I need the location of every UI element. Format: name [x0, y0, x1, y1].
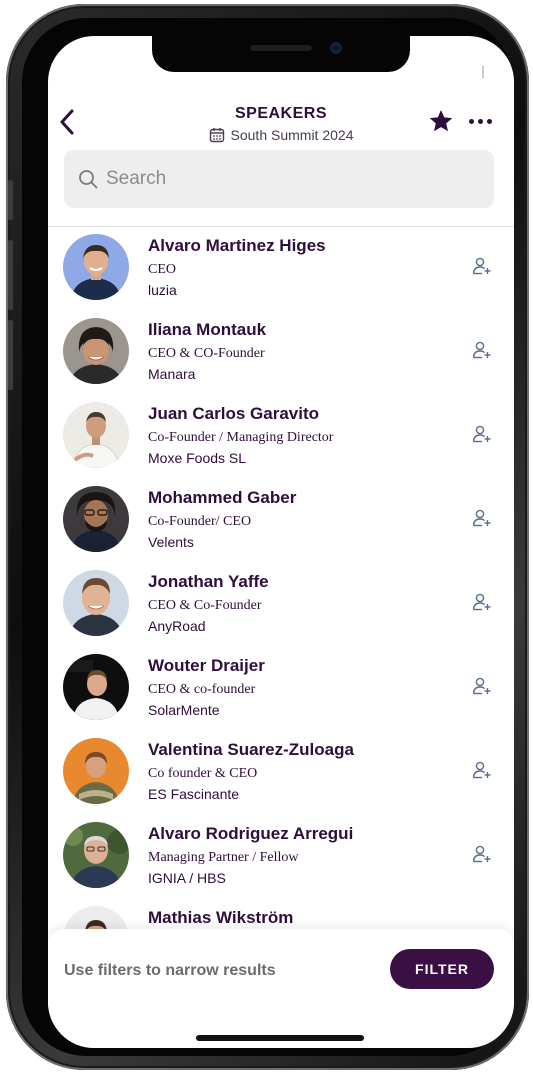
speaker-role: CEO & Co-Founder — [148, 598, 262, 613]
speaker-row[interactable]: Mohammed Gaber Co-Founder/ CEO Velents — [48, 478, 514, 562]
speaker-company: AnyRoad — [148, 618, 206, 634]
add-contact-button[interactable] — [472, 592, 492, 612]
speaker-row[interactable]: Valentina Suarez-Zuloaga Co founder & CE… — [48, 730, 514, 814]
notch — [152, 36, 410, 72]
speaker-company: luzia — [148, 282, 177, 298]
filter-button[interactable]: FILTER — [390, 949, 494, 989]
speaker-company: Moxe Foods SL — [148, 450, 247, 466]
add-contact-button[interactable] — [472, 844, 492, 864]
app-screen: SPEAKERS South Summit 2024 Search Alvaro… — [48, 36, 514, 1048]
search-bar[interactable] — [64, 150, 494, 208]
home-indicator[interactable] — [196, 1035, 364, 1041]
speaker-role: Co founder & CEO — [148, 766, 258, 781]
speaker-row[interactable]: Iliana Montauk CEO & CO-Founder Manara — [48, 310, 514, 394]
filter-hint: Use filters to narrow results — [64, 962, 276, 979]
avatar — [63, 318, 129, 384]
avatar — [63, 486, 129, 552]
speaker-company: ES Fascinante — [148, 786, 240, 802]
filter-bar: Use filters to narrow results FILTER — [48, 929, 514, 1048]
add-user-icon — [472, 845, 491, 863]
avatar — [63, 654, 129, 720]
add-contact-button[interactable] — [472, 760, 492, 780]
add-contact-button[interactable] — [472, 508, 492, 528]
speaker-row[interactable]: Jonathan Yaffe CEO & Co-Founder AnyRoad — [48, 562, 514, 646]
speaker-company: Velents — [148, 534, 194, 550]
search-icon — [79, 170, 98, 189]
speaker-role: CEO & co-founder — [148, 682, 256, 697]
avatar — [63, 738, 129, 804]
dot — [468, 118, 474, 124]
add-contact-button[interactable] — [472, 256, 492, 276]
add-user-icon — [472, 677, 491, 695]
side-button — [8, 320, 13, 390]
speaker-name: Mohammed Gaber — [148, 488, 297, 507]
speaker-company: Manara — [148, 366, 196, 382]
speaker-name: Valentina Suarez-Zuloaga — [148, 740, 354, 759]
add-user-icon — [472, 425, 491, 443]
speaker-role: Managing Partner / Fellow — [148, 850, 299, 865]
side-button — [8, 180, 13, 220]
add-user-icon — [472, 341, 491, 359]
speaker-role: CEO & CO-Founder — [148, 346, 265, 361]
speaker-company: IGNIA / HBS — [148, 870, 226, 886]
speaker-name: Mathias Wikström — [148, 908, 294, 927]
speaker-row[interactable]: Alvaro Martinez Higes CEO luzia — [48, 226, 514, 310]
front-camera — [330, 42, 342, 54]
speaker-name: Iliana Montauk — [148, 320, 267, 339]
speaker-company: SolarMente — [148, 702, 220, 718]
add-user-icon — [472, 761, 491, 779]
speaker-name: Jonathan Yaffe — [148, 572, 269, 591]
speaker-row[interactable]: Alvaro Rodriguez Arregui Managing Partne… — [48, 814, 514, 898]
add-contact-button[interactable] — [472, 340, 492, 360]
add-user-icon — [472, 257, 491, 275]
speaker-name: Alvaro Martinez Higes — [148, 236, 326, 255]
dot — [477, 118, 483, 124]
side-button — [8, 240, 13, 310]
avatar — [63, 402, 129, 468]
status-indicator — [482, 66, 484, 78]
speaker-role: CEO — [148, 262, 176, 277]
favorites-button[interactable] — [428, 108, 454, 134]
earpiece — [250, 45, 312, 51]
search-input[interactable] — [106, 168, 466, 190]
speaker-role: Co-Founder/ CEO — [148, 514, 252, 529]
add-contact-button[interactable] — [472, 676, 492, 696]
speaker-list[interactable]: Alvaro Martinez Higes CEO luzia Iliana M… — [48, 226, 514, 936]
speaker-name: Juan Carlos Garavito — [148, 404, 320, 423]
speaker-row[interactable]: Juan Carlos Garavito Co-Founder / Managi… — [48, 394, 514, 478]
event-name: South Summit 2024 — [230, 127, 354, 143]
avatar — [63, 570, 129, 636]
avatar — [63, 822, 129, 888]
add-contact-button[interactable] — [472, 424, 492, 444]
star-icon — [429, 109, 453, 132]
avatar — [63, 234, 129, 300]
add-user-icon — [472, 593, 491, 611]
speaker-name: Wouter Draijer — [148, 656, 265, 675]
speaker-row[interactable]: Wouter Draijer CEO & co-founder SolarMen… — [48, 646, 514, 730]
calendar-icon — [209, 128, 224, 143]
speaker-name: Alvaro Rodriguez Arregui — [148, 824, 354, 843]
dot — [486, 118, 492, 124]
add-user-icon — [472, 509, 491, 527]
speaker-role: Co-Founder / Managing Director — [148, 430, 334, 445]
more-options-button[interactable] — [466, 112, 494, 130]
